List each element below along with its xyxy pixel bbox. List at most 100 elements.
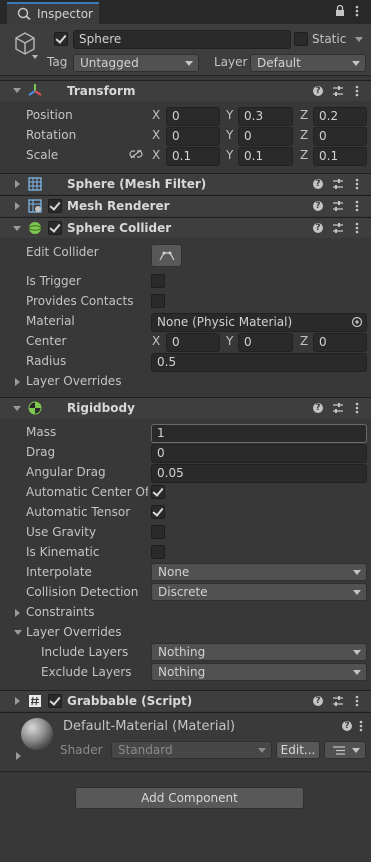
presets-icon[interactable] [332, 85, 344, 97]
rigidbody-header[interactable]: Rigidbody ? [0, 397, 371, 418]
mass-field[interactable]: 1 [151, 424, 367, 443]
mesh-renderer-header[interactable]: Mesh Renderer ? [0, 195, 371, 216]
kebab-menu-icon[interactable] [355, 221, 359, 235]
mesh-filter-header[interactable]: Sphere (Mesh Filter) ? [0, 173, 371, 194]
physic-material-field[interactable]: None (Physic Material) [151, 313, 367, 332]
help-icon[interactable]: ? [313, 223, 323, 233]
tab-inspector[interactable]: Inspector [7, 2, 99, 24]
presets-icon[interactable] [332, 178, 344, 190]
exclude-layers-dropdown[interactable]: Nothing [151, 663, 367, 681]
mass-label: Mass [26, 425, 57, 439]
help-icon[interactable]: ? [313, 201, 323, 211]
provides-contacts-label: Provides Contacts [26, 294, 134, 308]
center-z-field[interactable]: 0 [313, 333, 367, 352]
scale-y-field[interactable]: 0.1 [238, 147, 293, 166]
kebab-menu-icon[interactable] [355, 694, 359, 708]
kebab-menu-icon[interactable] [355, 4, 359, 18]
sphere-collider-enabled-checkbox[interactable] [48, 221, 62, 235]
chevron-down-icon [353, 590, 361, 595]
rigidbody-layer-overrides-foldout[interactable]: Layer Overrides [26, 625, 121, 639]
center-y-field[interactable]: 0 [238, 333, 293, 352]
foldout-icon[interactable] [13, 226, 21, 231]
foldout-icon[interactable] [13, 406, 21, 411]
position-z-field[interactable]: 0.2 [313, 107, 367, 126]
axis-y-label: Y [226, 108, 234, 122]
foldout-icon[interactable] [14, 630, 22, 635]
chevron-down-icon [353, 570, 361, 575]
foldout-icon[interactable] [15, 180, 20, 188]
tag-dropdown[interactable]: Untagged [73, 54, 199, 72]
help-icon[interactable]: ? [313, 696, 323, 706]
center-x-field[interactable]: 0 [166, 333, 220, 352]
unlinked-scale-icon[interactable] [129, 149, 143, 159]
kebab-menu-icon[interactable] [355, 401, 359, 415]
angular-drag-field[interactable]: 0.05 [151, 464, 367, 483]
rotation-z-field[interactable]: 0 [313, 127, 367, 146]
is-kinematic-checkbox[interactable] [151, 545, 165, 559]
mesh-renderer-enabled-checkbox[interactable] [48, 199, 62, 213]
interpolate-dropdown[interactable]: None [151, 563, 367, 581]
radius-field[interactable]: 0.5 [151, 353, 367, 372]
collision-detection-value: Discrete [158, 585, 208, 599]
active-checkbox[interactable] [54, 32, 68, 46]
kebab-menu-icon[interactable] [355, 177, 359, 191]
gameobject-cube-icon[interactable] [12, 30, 40, 60]
material-sphere-preview-icon[interactable] [20, 717, 54, 751]
presets-icon[interactable] [332, 222, 344, 234]
foldout-icon[interactable] [16, 752, 21, 760]
kebab-menu-icon[interactable] [355, 84, 359, 98]
foldout-icon[interactable] [15, 378, 20, 386]
use-gravity-checkbox[interactable] [151, 525, 165, 539]
shader-options-dropdown[interactable] [324, 741, 366, 759]
rotation-y-field[interactable]: 0 [238, 127, 293, 146]
provides-contacts-checkbox[interactable] [151, 294, 165, 308]
rotation-x-field[interactable]: 0 [166, 127, 220, 146]
collision-detection-dropdown[interactable]: Discrete [151, 583, 367, 601]
constraints-foldout[interactable]: Constraints [26, 605, 94, 619]
drag-field[interactable]: 0 [151, 444, 367, 463]
scale-x-field[interactable]: 0.1 [166, 147, 220, 166]
foldout-icon[interactable] [15, 697, 20, 705]
object-name-field[interactable]: Sphere [73, 30, 291, 49]
lock-icon[interactable] [335, 5, 345, 17]
grabbable-enabled-checkbox[interactable] [48, 694, 62, 708]
foldout-icon[interactable] [15, 609, 20, 617]
object-picker-icon[interactable] [351, 316, 363, 328]
chevron-down-icon [353, 650, 361, 655]
auto-center-checkbox[interactable] [151, 485, 165, 499]
help-icon[interactable]: ? [313, 403, 323, 413]
layer-label: Layer [214, 55, 248, 69]
add-component-button[interactable]: Add Component [75, 787, 304, 809]
edit-collider-button[interactable] [151, 244, 182, 267]
shader-value: Standard [118, 743, 173, 757]
shader-dropdown[interactable]: Standard [111, 741, 272, 759]
sphere-collider-header[interactable]: Sphere Collider ? [0, 217, 371, 238]
presets-icon[interactable] [332, 402, 344, 414]
presets-icon[interactable] [332, 200, 344, 212]
position-x-field[interactable]: 0 [166, 107, 220, 126]
rigidbody-icon [28, 401, 42, 415]
scale-z-field[interactable]: 0.1 [313, 147, 367, 166]
position-y-field[interactable]: 0.3 [238, 107, 293, 126]
auto-tensor-checkbox[interactable] [151, 505, 165, 519]
static-checkbox[interactable] [294, 32, 308, 46]
position-label: Position [26, 108, 73, 122]
tag-value: Untagged [80, 56, 139, 70]
edit-shader-button[interactable]: Edit... [276, 741, 320, 759]
help-icon[interactable]: ? [313, 179, 323, 189]
foldout-icon[interactable] [13, 88, 21, 93]
presets-icon[interactable] [332, 695, 344, 707]
layer-dropdown[interactable]: Default [250, 54, 366, 72]
foldout-icon[interactable] [15, 202, 20, 210]
kebab-menu-icon[interactable] [355, 199, 359, 213]
kebab-menu-icon[interactable] [359, 719, 363, 733]
transform-header[interactable]: Transform ? [0, 80, 371, 101]
collider-layer-overrides-foldout[interactable]: Layer Overrides [26, 374, 121, 388]
help-icon[interactable]: ? [342, 721, 352, 731]
static-dropdown-icon[interactable] [355, 37, 363, 42]
grabbable-header[interactable]: Grabbable (Script) ? [0, 690, 371, 711]
include-layers-dropdown[interactable]: Nothing [151, 643, 367, 661]
axis-x-label: X [152, 148, 161, 162]
help-icon[interactable]: ? [313, 86, 323, 96]
is-trigger-checkbox[interactable] [151, 274, 165, 288]
